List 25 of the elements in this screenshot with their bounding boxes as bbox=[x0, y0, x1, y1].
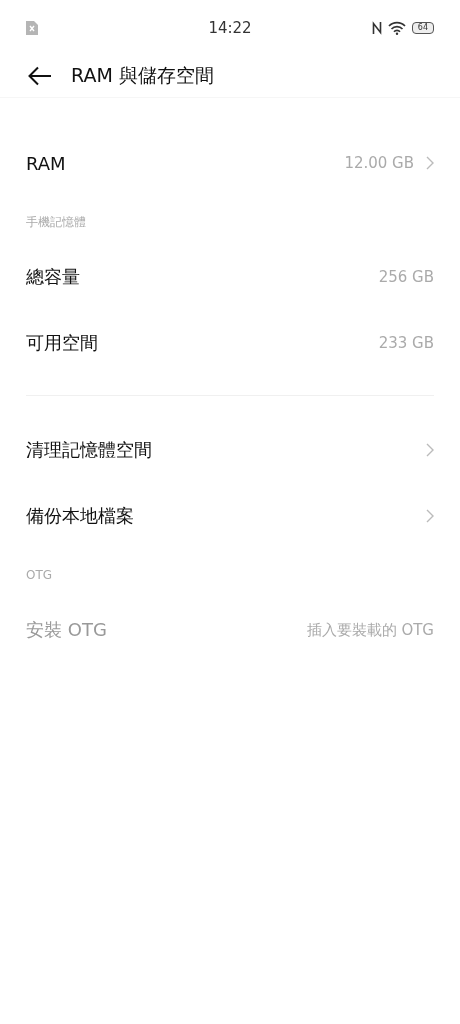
back-button[interactable] bbox=[28, 66, 52, 86]
row-label: 備份本地檔案 bbox=[26, 504, 134, 528]
status-time: 14:22 bbox=[207, 18, 253, 37]
section-header: 手機記憶體 bbox=[25, 213, 87, 231]
page-title: RAM 與儲存空間 bbox=[71, 63, 214, 88]
settings-row[interactable]: 清理記憶體空間 bbox=[0, 417, 460, 483]
section-header: OTG bbox=[25, 567, 54, 584]
row-value: 256 GB bbox=[378, 268, 434, 286]
nfc-icon bbox=[371, 20, 382, 35]
row-value: 233 GB bbox=[378, 334, 434, 352]
wifi-icon bbox=[387, 20, 406, 35]
row-label: 可用空間 bbox=[26, 331, 98, 355]
settings-row[interactable]: RAM 12.00 GB bbox=[0, 130, 460, 196]
row-label: 清理記憶體空間 bbox=[26, 438, 152, 462]
row-label: 總容量 bbox=[26, 265, 80, 289]
row-value: 插入要裝載的 OTG bbox=[306, 620, 434, 640]
settings-row[interactable]: 備份本地檔案 bbox=[0, 483, 460, 549]
row-label: RAM bbox=[26, 152, 66, 174]
row-label: 安裝 OTG bbox=[26, 618, 107, 642]
battery-indicator: 64 bbox=[411, 21, 434, 34]
back-arrow-icon bbox=[28, 66, 52, 86]
row-value: 12.00 GB bbox=[344, 154, 414, 172]
sim-card-icon bbox=[26, 20, 38, 35]
settings-row[interactable]: 總容量 256 GB bbox=[0, 244, 460, 310]
settings-row[interactable]: 可用空間 233 GB bbox=[0, 310, 460, 376]
